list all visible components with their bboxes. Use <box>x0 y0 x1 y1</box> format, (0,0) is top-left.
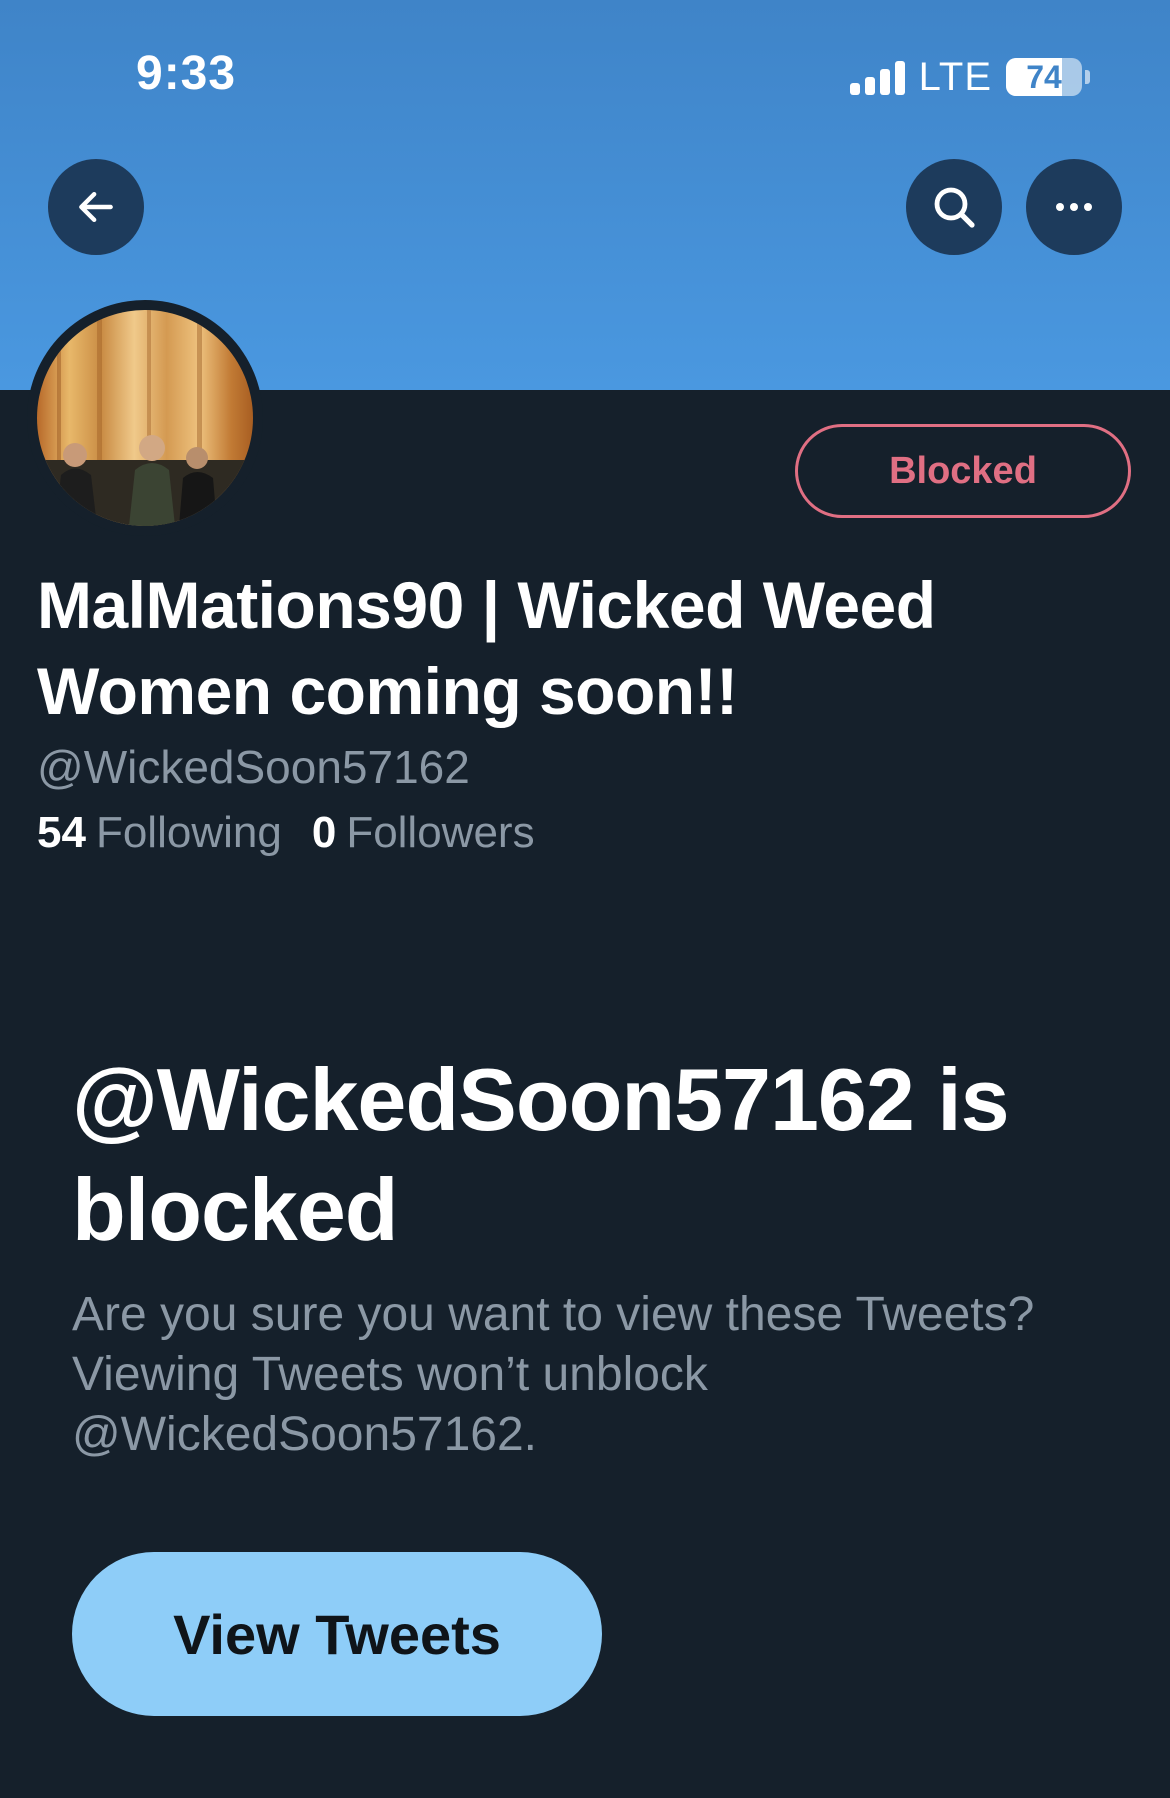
follow-stats: 54 Following 0 Followers <box>37 808 535 858</box>
cellular-signal-icon <box>849 59 905 95</box>
blocked-notice-description: Are you sure you want to view these Twee… <box>72 1288 1035 1461</box>
search-icon <box>934 187 975 228</box>
avatar <box>37 310 253 526</box>
followers-link[interactable]: 0 Followers <box>312 808 535 858</box>
following-count: 54 <box>37 808 86 857</box>
status-indicators: LTE 74 <box>849 54 1090 100</box>
back-button[interactable] <box>48 159 144 255</box>
battery-percent: 74 <box>1026 58 1062 95</box>
blocked-notice-title: @WickedSoon57162 is blocked <box>72 1050 1010 1259</box>
following-label: Following <box>95 808 282 857</box>
network-type: LTE <box>918 54 992 99</box>
profile-handle: @WickedSoon57162 <box>37 741 470 793</box>
following-link[interactable]: 54 Following <box>37 808 282 858</box>
battery-icon: 74 <box>1006 58 1090 96</box>
more-horizontal-icon <box>1056 203 1092 211</box>
more-options-button[interactable] <box>1026 159 1122 255</box>
search-button[interactable] <box>906 159 1002 255</box>
view-tweets-button[interactable]: View Tweets <box>72 1552 602 1716</box>
profile-display-name: MalMations90 | Wicked Weed Women coming … <box>37 568 936 728</box>
arrow-left-icon <box>79 191 113 223</box>
status-time: 9:33 <box>136 47 237 100</box>
followers-count: 0 <box>311 808 337 857</box>
blocked-button[interactable]: Blocked <box>795 424 1131 518</box>
avatar-frame[interactable] <box>27 300 263 536</box>
followers-label: Followers <box>346 808 535 857</box>
